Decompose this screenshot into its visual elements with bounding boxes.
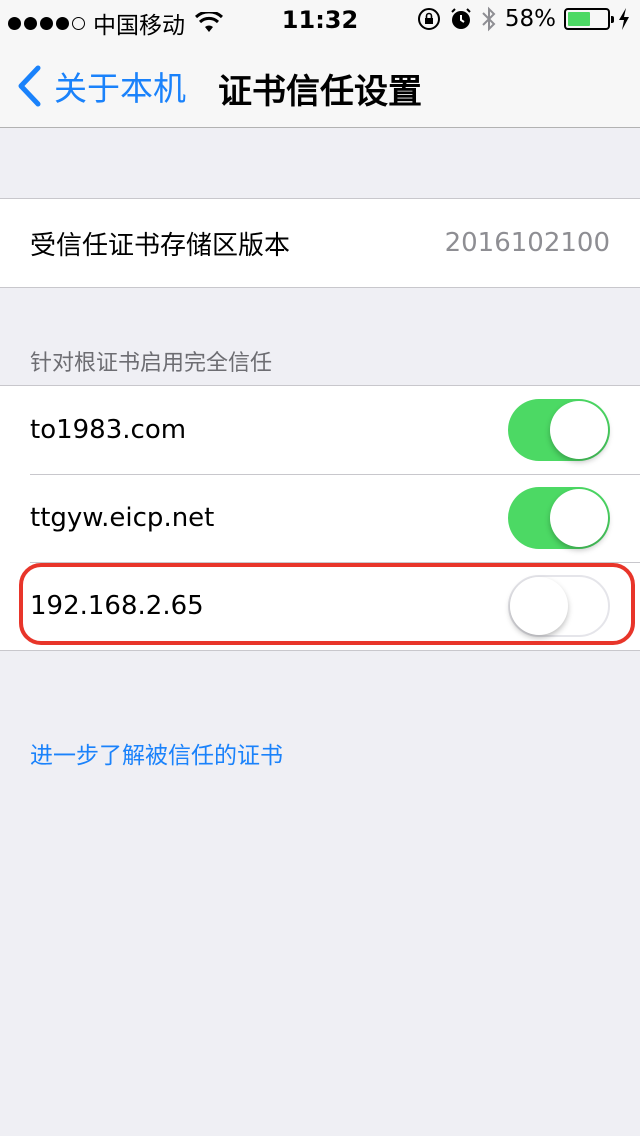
trust-store-group: 受信任证书存储区版本 2016102100: [0, 198, 640, 288]
cert-name: 192.168.2.65: [30, 591, 204, 621]
battery-percent: 58%: [504, 6, 556, 32]
toggle-knob: [510, 577, 568, 635]
cert-row: to1983.com: [0, 386, 640, 474]
bluetooth-icon: [482, 6, 496, 32]
trust-store-version: 2016102100: [444, 228, 610, 258]
cert-row: ttgyw.eicp.net: [0, 474, 640, 562]
back-button-label: 关于本机: [54, 69, 186, 108]
status-right: 58%: [417, 6, 630, 32]
cert-trust-toggle[interactable]: [508, 487, 610, 549]
battery-icon: [564, 8, 614, 30]
status-bar: 中国移动 11:32 58%: [0, 0, 640, 40]
page-title: 证书信任设置: [218, 72, 422, 112]
cert-row: 192.168.2.65: [0, 562, 640, 650]
toggle-knob: [550, 401, 608, 459]
toggle-knob: [550, 489, 608, 547]
back-button[interactable]: 关于本机: [16, 62, 186, 110]
chevron-left-icon: [18, 65, 41, 107]
trust-store-row: 受信任证书存储区版本 2016102100: [0, 199, 640, 287]
cert-trust-toggle[interactable]: [508, 399, 610, 461]
bolt-icon: [619, 8, 629, 30]
learn-more-link[interactable]: 进一步了解被信任的证书: [30, 736, 283, 770]
battery-fill: [568, 12, 591, 26]
orientation-lock-icon: [417, 8, 440, 30]
root-cert-group: to1983.com ttgyw.eicp.net 192.168.2.65: [0, 385, 640, 651]
cert-name: to1983.com: [30, 415, 187, 445]
alarm-icon: [451, 8, 471, 29]
trust-store-label: 受信任证书存储区版本: [30, 230, 291, 261]
section-header: 针对根证书启用完全信任: [30, 351, 273, 376]
cert-trust-toggle[interactable]: [508, 575, 610, 637]
cert-name: ttgyw.eicp.net: [30, 503, 215, 533]
navigation-bar: 关于本机 证书信任设置: [0, 40, 640, 128]
